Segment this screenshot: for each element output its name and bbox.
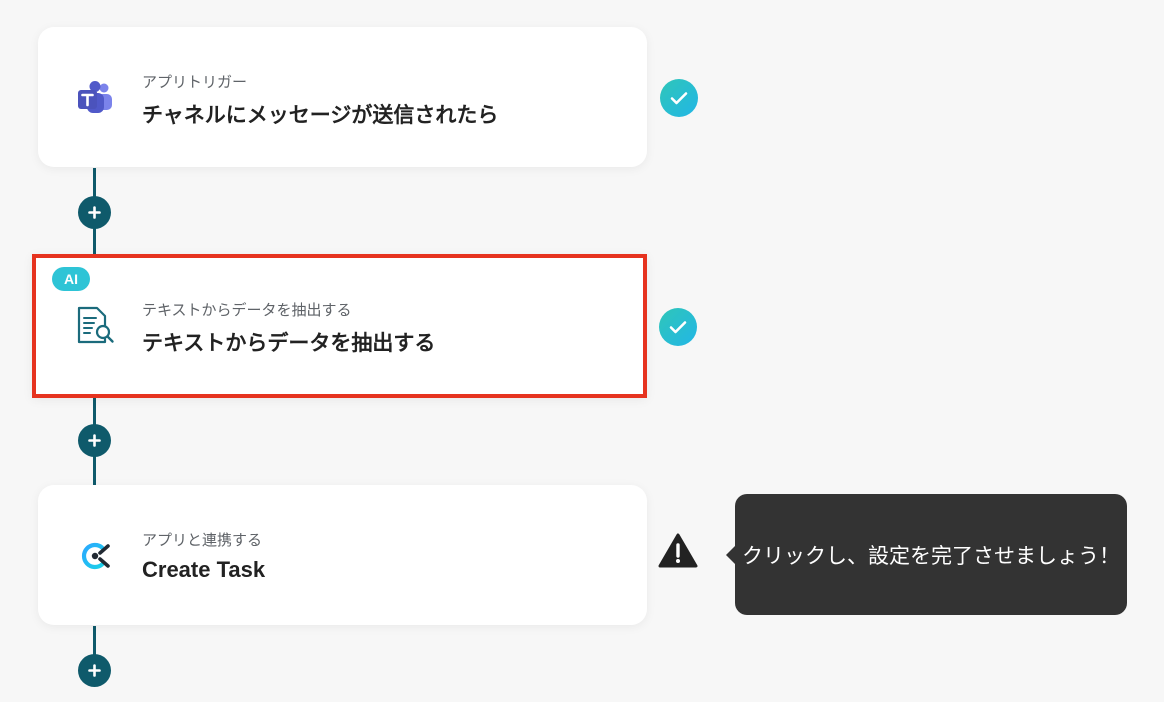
check-icon [659,308,697,346]
document-search-icon [72,302,118,348]
step-title: テキストからデータを抽出する [142,331,436,355]
add-step-button[interactable] [78,424,111,457]
step-subtitle: アプリと連携する [142,531,263,549]
step-complete-status [659,78,699,118]
ai-badge: AI [52,267,90,291]
clickup-icon [72,533,118,579]
step-complete-status [658,307,698,347]
step-title: チャネルにメッセージが送信されたら [142,103,499,127]
step-subtitle: アプリトリガー [142,73,248,91]
check-icon [660,79,698,117]
tooltip-text: クリックし、設定を完了させましょう！ [742,543,1120,568]
microsoft-teams-icon [72,75,118,121]
plus-icon [88,434,101,447]
flow-step-ai-extract[interactable]: AI テキストからデータを抽出する テキストからデータを抽出する [32,254,647,398]
add-step-button[interactable] [78,196,111,229]
plus-icon [88,664,101,677]
flow-step-create-task[interactable]: アプリと連携する Create Task [38,485,647,625]
tooltip-arrow [726,545,736,565]
setup-hint-tooltip: クリックし、設定を完了させましょう！ [726,494,1127,615]
step-warning-status [658,533,698,573]
add-step-button[interactable] [78,654,111,687]
flow-canvas: アプリトリガー チャネルにメッセージが送信されたら AI テキストからデータを抽… [0,0,1164,702]
step-subtitle: テキストからデータを抽出する [142,301,352,319]
warning-icon [658,533,698,573]
plus-icon [88,206,101,219]
step-title: Create Task [142,557,266,582]
flow-step-trigger[interactable]: アプリトリガー チャネルにメッセージが送信されたら [38,27,647,167]
